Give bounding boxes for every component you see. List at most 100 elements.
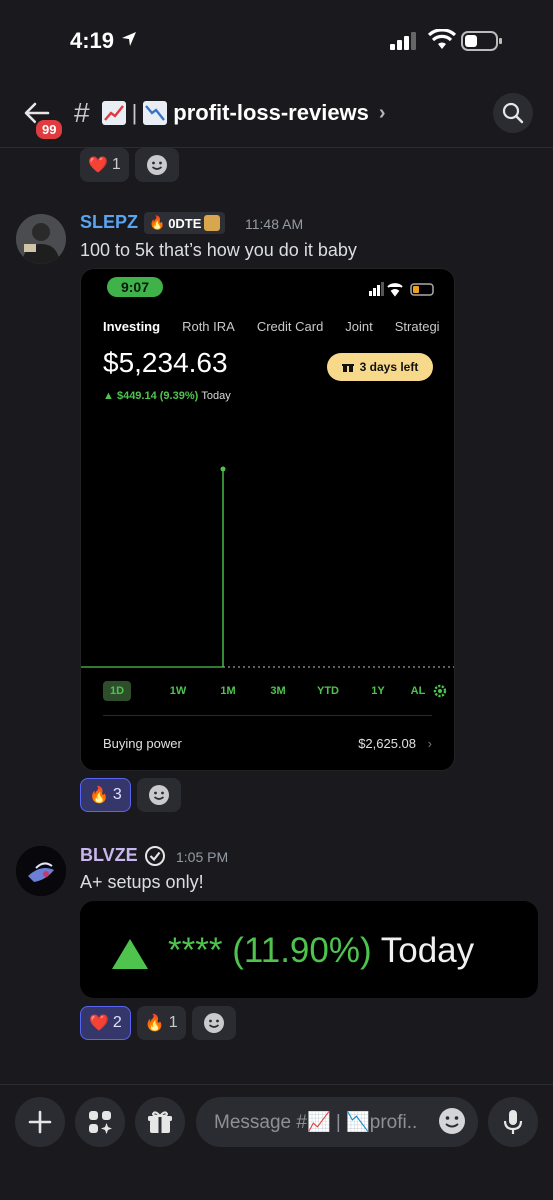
range-3m[interactable]: 3M: [253, 681, 303, 701]
rh-divider: [103, 715, 432, 716]
add-reaction-button[interactable]: [134, 148, 179, 182]
rh-chip-label: 3 days left: [359, 360, 419, 374]
settings-gear-icon[interactable]: [433, 684, 447, 698]
location-arrow-icon: [122, 32, 136, 46]
rh-buying-power-label: Buying power: [103, 736, 182, 751]
rh-status-icons: [369, 282, 434, 297]
up-triangle-icon: [112, 939, 148, 969]
message-input[interactable]: Message #📈 | 📉profi..: [196, 1097, 478, 1147]
reaction-row-slepz: 🔥 3: [80, 778, 181, 812]
search-icon: [502, 102, 524, 124]
avatar-blvze[interactable]: [16, 846, 66, 896]
gift-button[interactable]: [135, 1097, 185, 1147]
smiley-add-icon: [203, 1013, 224, 1033]
reaction-fire[interactable]: 🔥 1: [136, 1006, 186, 1040]
plus-icon: [28, 1110, 52, 1134]
cell-signal-icon: [390, 32, 416, 50]
gain-percent: (11.90%): [232, 931, 372, 970]
chevron-right-icon: ›: [427, 736, 432, 751]
reaction-count: 2: [112, 1014, 122, 1031]
rh-account-tabs: Investing Roth IRA Credit Card Joint Str…: [103, 319, 440, 334]
image-attachment-gain[interactable]: **** (11.90%) Today: [80, 901, 538, 998]
gain-period: Today: [380, 931, 475, 970]
range-1m[interactable]: 1M: [203, 681, 253, 701]
gift-icon: [148, 1111, 172, 1133]
server-tag: 🔥 0DTE: [144, 212, 226, 234]
rh-tab[interactable]: Strategi: [395, 319, 440, 334]
channel-name: profit-loss-reviews: [173, 100, 369, 125]
microphone-icon: [503, 1110, 523, 1134]
search-button[interactable]: [493, 93, 533, 133]
battery-icon: [461, 31, 502, 51]
status-time: 4:19: [70, 28, 115, 53]
hash-icon: #: [74, 97, 90, 128]
channel-title[interactable]: # | profit-loss-reviews ›: [74, 97, 386, 129]
emoji-picker-icon[interactable]: [437, 1106, 467, 1136]
rh-tab[interactable]: Roth IRA: [182, 319, 235, 334]
fire-small-icon: 🔥: [149, 215, 166, 230]
reaction-heart[interactable]: ❤️ 2: [80, 1006, 131, 1040]
rh-change-period: Today: [201, 390, 231, 402]
channel-header: 99 # | profit-loss-reviews ›: [0, 80, 553, 148]
message-composer: Message #📈 | 📉profi..: [0, 1084, 553, 1200]
rh-bp-amount: $2,625.08: [358, 736, 417, 751]
rh-change-value: $449.14 (9.39%): [116, 390, 199, 402]
username-blvze[interactable]: BLVZE: [80, 845, 138, 866]
rh-status-time: 9:07: [107, 277, 163, 297]
range-all[interactable]: AL: [403, 681, 433, 701]
up-triangle-icon: ▲: [103, 390, 114, 402]
chart-end-dot: [220, 466, 226, 472]
smiley-add-icon: [148, 785, 169, 805]
rh-tab[interactable]: Investing: [103, 319, 160, 334]
message-text: 100 to 5k that’s how you do it baby: [80, 240, 357, 260]
range-1y[interactable]: 1Y: [353, 681, 403, 701]
add-reaction-button[interactable]: [191, 1006, 236, 1040]
unread-badge: 99: [34, 118, 65, 141]
range-ytd[interactable]: YTD: [303, 681, 353, 701]
gift-icon: [341, 363, 354, 372]
gain-line: **** (11.90%) Today: [168, 931, 474, 971]
reaction-row-blvze: ❤️ 2 🔥 1: [80, 1006, 236, 1040]
heart-emoji-icon: ❤️: [89, 1015, 109, 1032]
rh-tab[interactable]: Credit Card: [257, 319, 323, 334]
apps-sparkle-icon: [89, 1111, 112, 1134]
attach-button[interactable]: [15, 1097, 65, 1147]
reaction-count: 1: [168, 1014, 178, 1031]
fire-emoji-icon: 🔥: [144, 1015, 165, 1032]
rh-portfolio-value: $5,234.63: [103, 347, 228, 378]
username-slepz[interactable]: SLEPZ: [80, 212, 138, 233]
timestamp: 1:05 PM: [176, 849, 229, 865]
reaction-fire[interactable]: 🔥 3: [80, 778, 131, 812]
chart-up-emoji-icon: [101, 101, 126, 125]
message-text: A+ setups only!: [80, 872, 204, 892]
image-attachment[interactable]: 9:07 Investing Roth IRA Credit Card Join…: [80, 268, 455, 771]
reaction-row-previous: ❤️ 1: [80, 148, 179, 182]
message-input-placeholder: Message #📈 | 📉profi..: [214, 1112, 418, 1133]
tag-label: 0DTE: [168, 215, 202, 231]
rh-day-change: ▲ $449.14 (9.39%) Today: [103, 390, 231, 402]
add-reaction-button[interactable]: [136, 778, 181, 812]
avatar-slepz[interactable]: [16, 214, 66, 264]
smiley-add-icon: [146, 155, 167, 175]
apps-button[interactable]: [75, 1097, 125, 1147]
heart-emoji-icon: ❤️: [88, 157, 108, 174]
wifi-icon: [428, 29, 456, 49]
reaction-count: 3: [112, 786, 122, 803]
verified-check-icon: [145, 846, 165, 866]
voice-message-button[interactable]: [488, 1097, 538, 1147]
chart-down-emoji-icon: [143, 101, 168, 125]
range-1w[interactable]: 1W: [153, 681, 203, 701]
rh-gift-chip[interactable]: 3 days left: [327, 353, 433, 381]
rh-buying-power-value[interactable]: $2,625.08 ›: [358, 736, 432, 751]
range-1d[interactable]: 1D: [103, 681, 131, 701]
chevron-right-icon: ›: [378, 101, 386, 124]
gain-masked: ****: [168, 931, 223, 970]
rh-range-selector: 1D 1W 1M 3M YTD 1Y AL: [103, 681, 447, 701]
channel-separator: |: [131, 100, 138, 125]
status-bar: 4:19: [0, 0, 553, 80]
rh-portfolio-chart: [81, 466, 454, 668]
reaction-heart[interactable]: ❤️ 1: [80, 148, 129, 182]
reaction-count: 1: [111, 156, 121, 173]
rh-tab[interactable]: Joint: [345, 319, 372, 334]
timestamp: 11:48 AM: [245, 216, 304, 232]
